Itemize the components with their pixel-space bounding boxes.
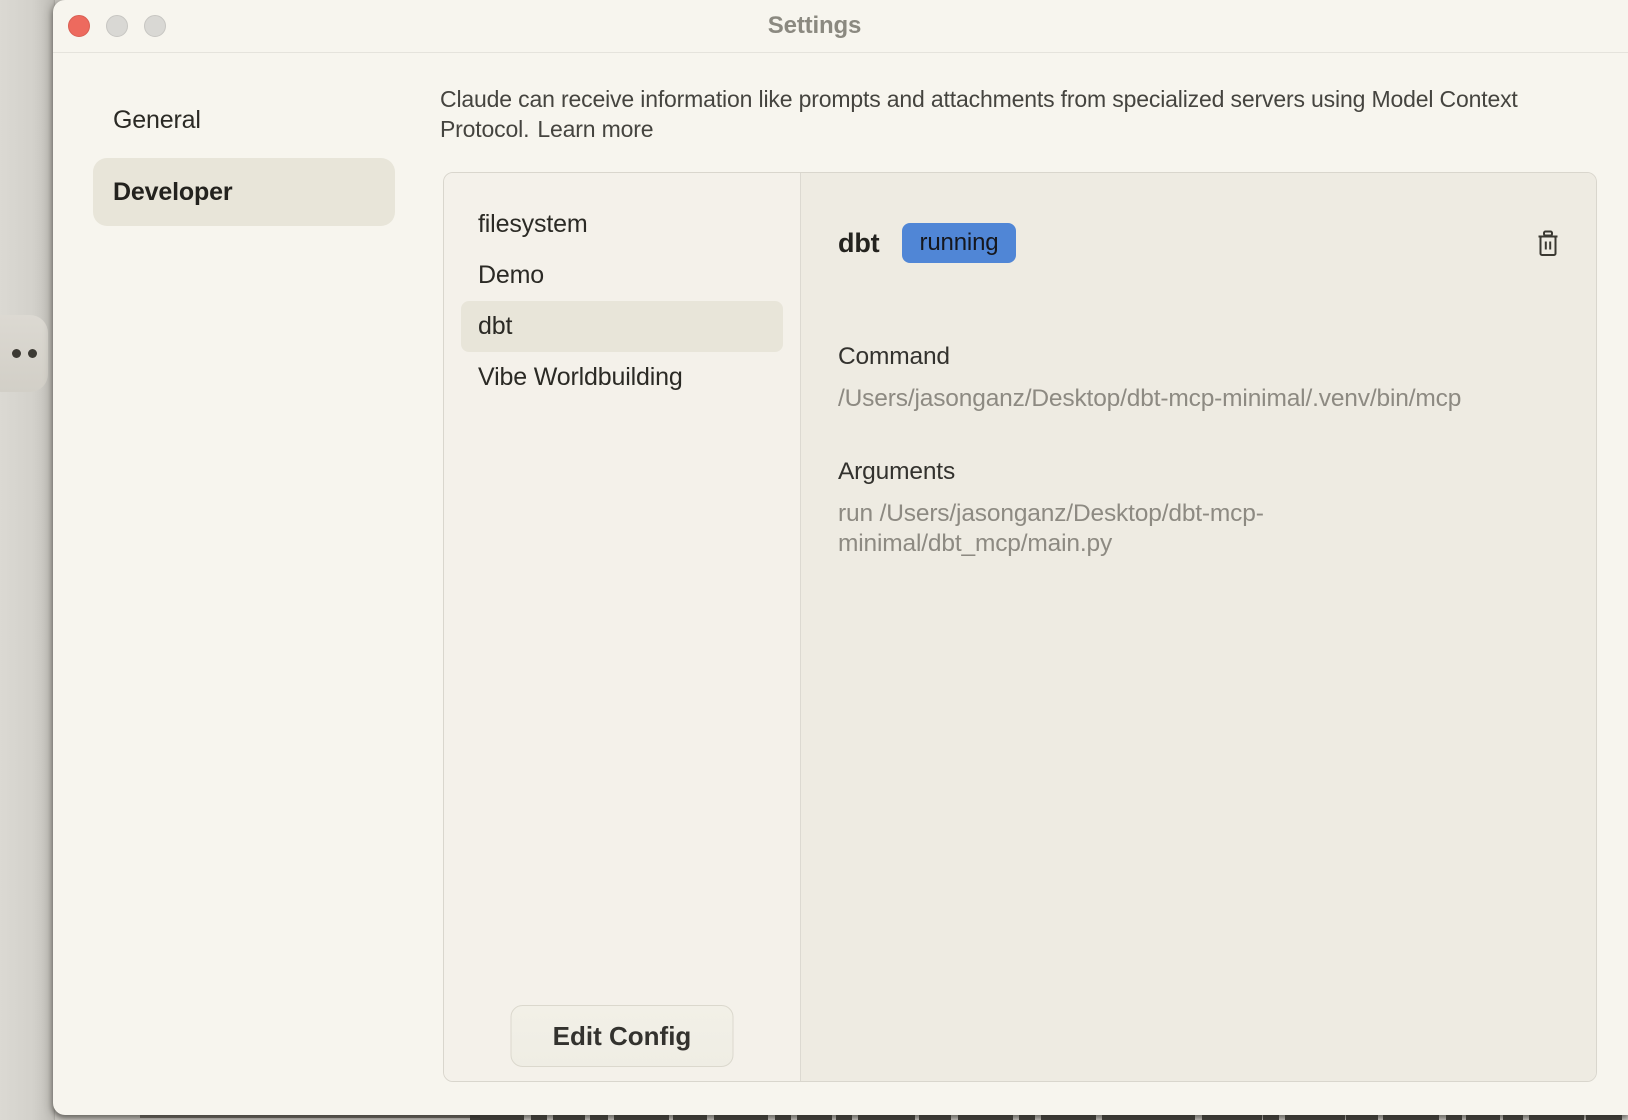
delete-server-button[interactable] bbox=[1537, 230, 1559, 257]
command-label: Command bbox=[838, 343, 1559, 371]
window-title: Settings bbox=[768, 12, 861, 40]
mcp-description: Claude can receive information like prom… bbox=[440, 84, 1552, 144]
server-list-item-vibe-worldbuilding[interactable]: Vibe Worldbuilding bbox=[461, 352, 783, 403]
server-list-item-filesystem[interactable]: filesystem bbox=[461, 199, 783, 250]
server-list-item-dbt[interactable]: dbt bbox=[461, 301, 783, 352]
sidebar-item-developer[interactable]: Developer bbox=[93, 158, 395, 226]
minimize-window-button[interactable] bbox=[106, 15, 128, 37]
zoom-window-button[interactable] bbox=[144, 15, 166, 37]
learn-more-link[interactable]: Learn more bbox=[537, 116, 653, 142]
server-list: filesystem Demo dbt Vibe Worldbuilding E… bbox=[444, 173, 801, 1081]
command-field: Command /Users/jasonganz/Desktop/dbt-mcp… bbox=[838, 343, 1559, 414]
close-window-button[interactable] bbox=[68, 15, 90, 37]
settings-window: Settings General Developer Claude can re… bbox=[53, 0, 1628, 1115]
dot-icon bbox=[28, 349, 37, 358]
sidebar-item-general[interactable]: General bbox=[93, 92, 395, 148]
edge-dots-tab[interactable] bbox=[0, 315, 48, 392]
server-detail-header: dbt running bbox=[838, 223, 1559, 263]
server-name: dbt bbox=[838, 228, 880, 259]
server-list-item-demo[interactable]: Demo bbox=[461, 250, 783, 301]
server-detail: dbt running Command /Users/jasonganz/Des… bbox=[801, 173, 1596, 1081]
settings-sidebar: General Developer bbox=[93, 92, 395, 226]
arguments-label: Arguments bbox=[838, 458, 1559, 486]
status-badge: running bbox=[902, 223, 1017, 263]
titlebar: Settings bbox=[53, 0, 1628, 53]
mcp-servers-panel: filesystem Demo dbt Vibe Worldbuilding E… bbox=[443, 172, 1597, 1082]
edit-config-button[interactable]: Edit Config bbox=[511, 1005, 734, 1067]
arguments-value: run /Users/jasonganz/Desktop/dbt-mcp-min… bbox=[838, 499, 1338, 559]
arguments-field: Arguments run /Users/jasonganz/Desktop/d… bbox=[838, 458, 1559, 559]
traffic-lights bbox=[68, 15, 166, 37]
desktop-background bbox=[0, 0, 55, 1120]
command-value: /Users/jasonganz/Desktop/dbt-mcp-minimal… bbox=[838, 384, 1559, 414]
dot-icon bbox=[12, 349, 21, 358]
trash-icon bbox=[1537, 230, 1559, 257]
